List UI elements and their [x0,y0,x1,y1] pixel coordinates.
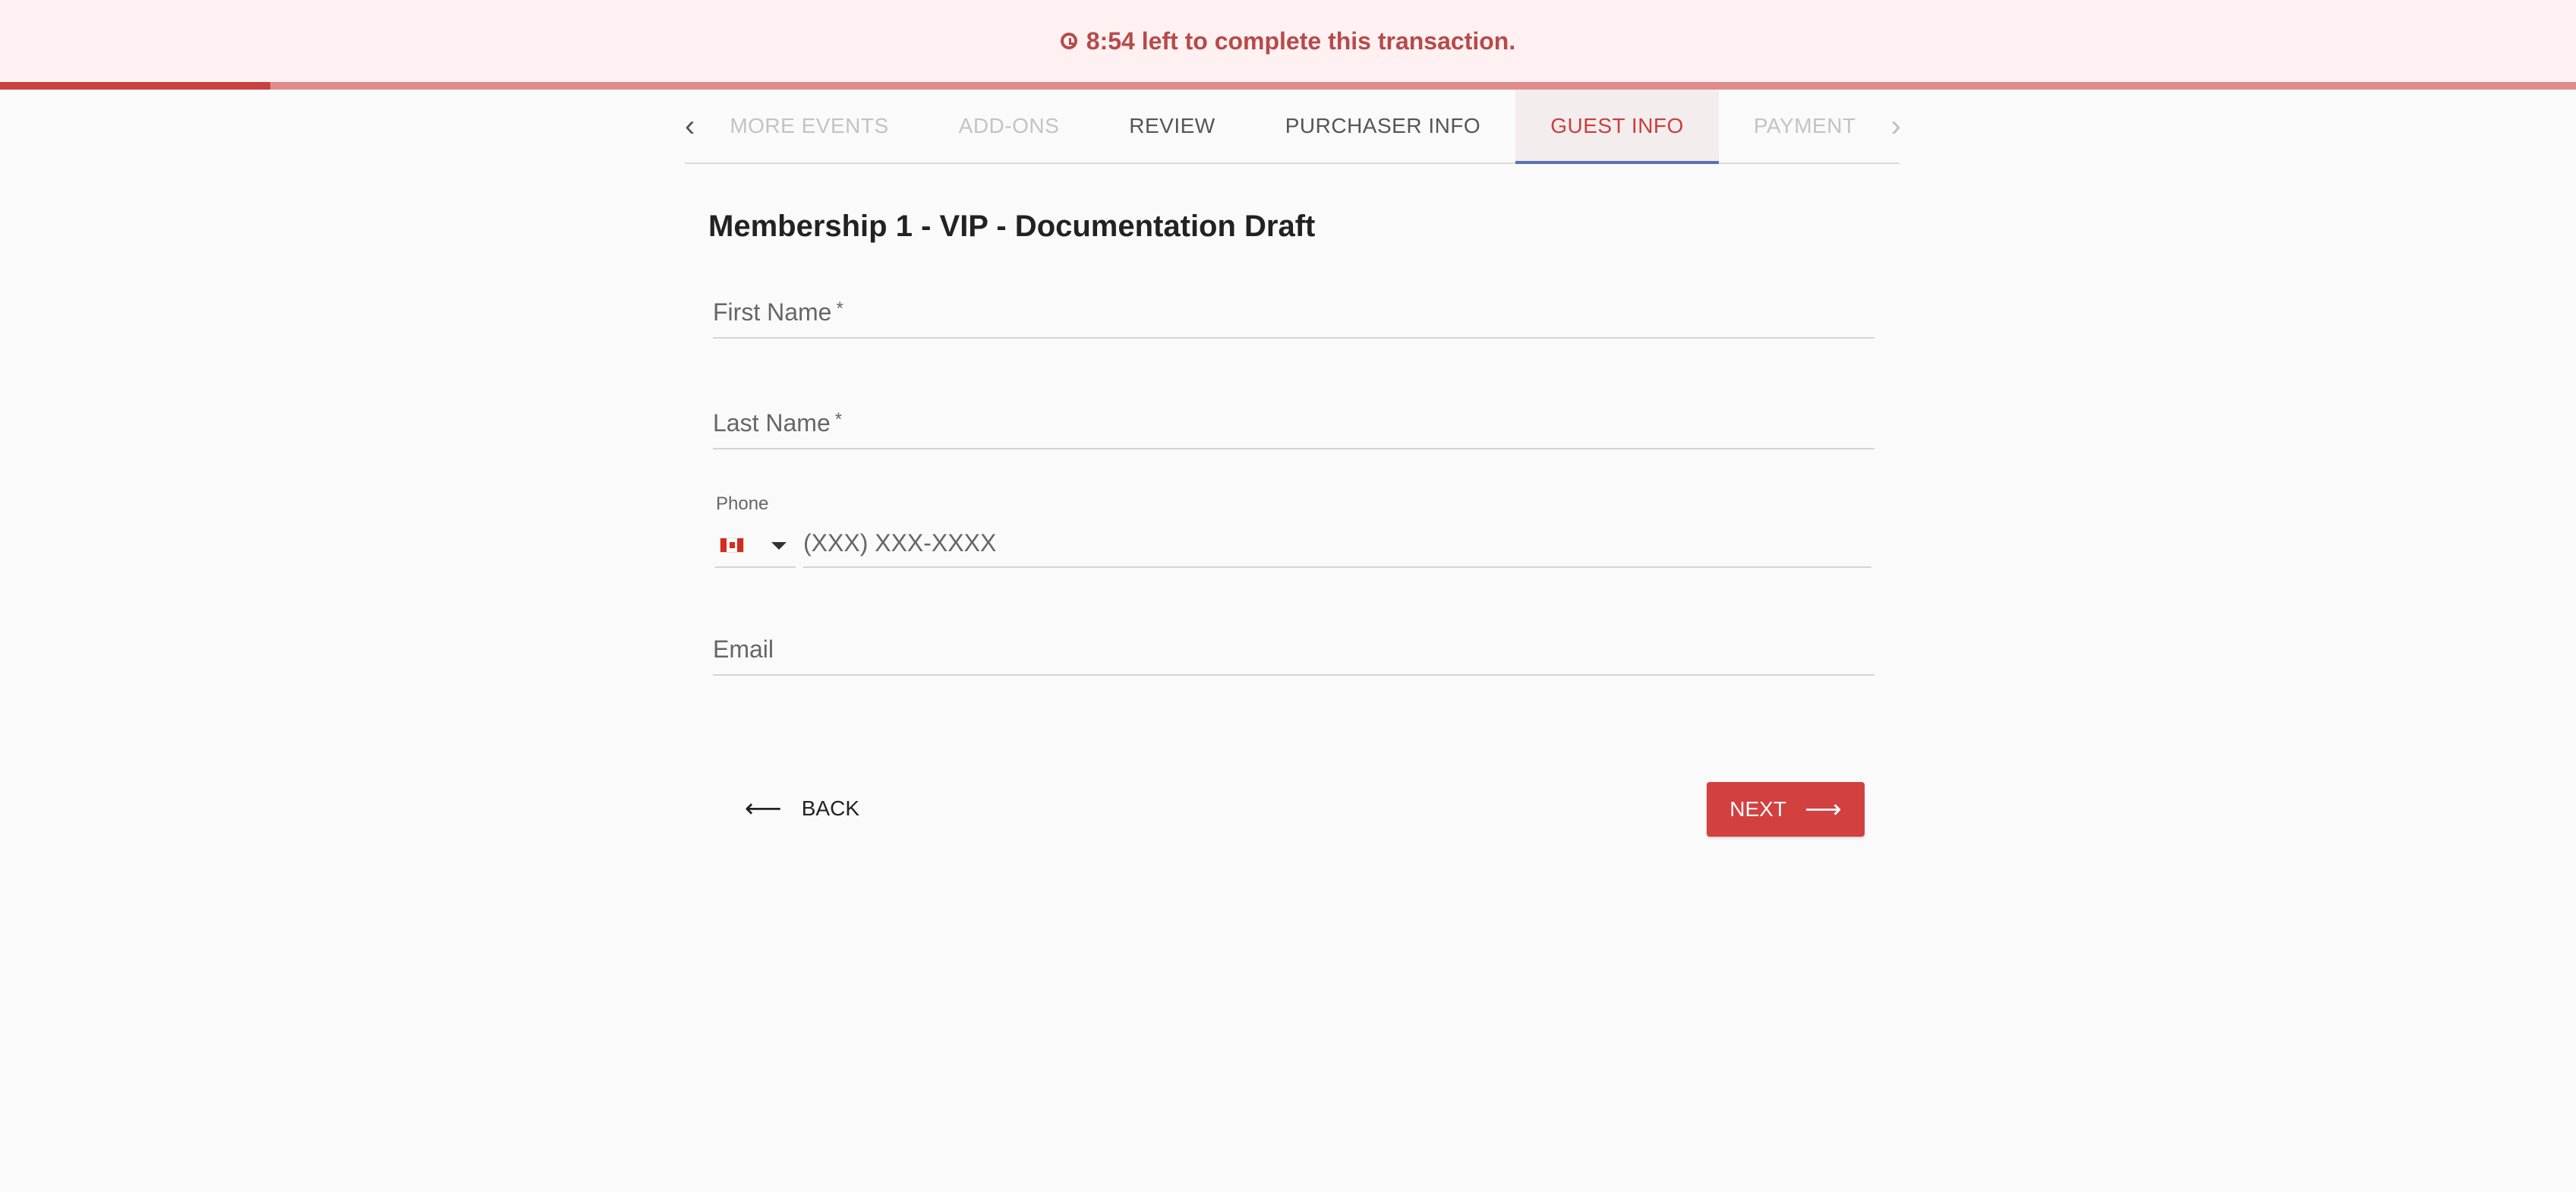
back-button[interactable]: ⟵ BACK [745,782,859,835]
timer-text: 8:54 left to complete this transaction. [1086,27,1516,55]
guest-info-form: Membership 1 - VIP - Documentation Draft… [708,164,1874,837]
tabs-prev-chevron-icon[interactable]: ‹ [685,90,695,162]
clock-icon [1060,33,1077,49]
checkout-steps-tabs: ‹ MORE EVENTS ADD-ONS REVIEW PURCHASER I… [685,90,1901,164]
phone-input[interactable]: (XXX) XXX-XXXX [803,525,1871,568]
country-code-select[interactable] [715,525,796,568]
tab-more-events[interactable]: MORE EVENTS [695,90,923,162]
phone-placeholder: (XXX) XXX-XXXX [803,529,997,557]
arrow-left-icon: ⟵ [745,794,782,823]
canada-flag-icon [720,538,744,553]
timer-progress-fill [0,82,271,90]
next-button[interactable]: NEXT ⟶ [1707,782,1865,837]
phone-label: Phone [716,494,769,514]
tab-payment[interactable]: PAYMENT [1719,90,1891,162]
tab-review[interactable]: REVIEW [1094,90,1250,162]
back-button-label: BACK [801,796,859,820]
tab-guest-info[interactable]: GUEST INFO [1515,90,1719,164]
timer-progress-track [0,82,2576,90]
tabs-next-chevron-icon[interactable]: › [1891,90,1901,162]
tab-add-ons[interactable]: ADD-ONS [924,90,1095,162]
caret-down-icon [771,542,787,550]
first-name-field[interactable]: First Name * [713,293,1874,339]
tab-purchaser-info[interactable]: PURCHASER INFO [1250,90,1515,162]
email-field[interactable]: Email [713,630,1874,676]
arrow-right-icon: ⟶ [1804,795,1842,824]
next-button-label: NEXT [1729,797,1786,821]
last-name-field[interactable]: Last Name * [713,404,1874,449]
page-title: Membership 1 - VIP - Documentation Draft [708,210,1316,243]
timer-banner: 8:54 left to complete this transaction. [0,0,2576,82]
